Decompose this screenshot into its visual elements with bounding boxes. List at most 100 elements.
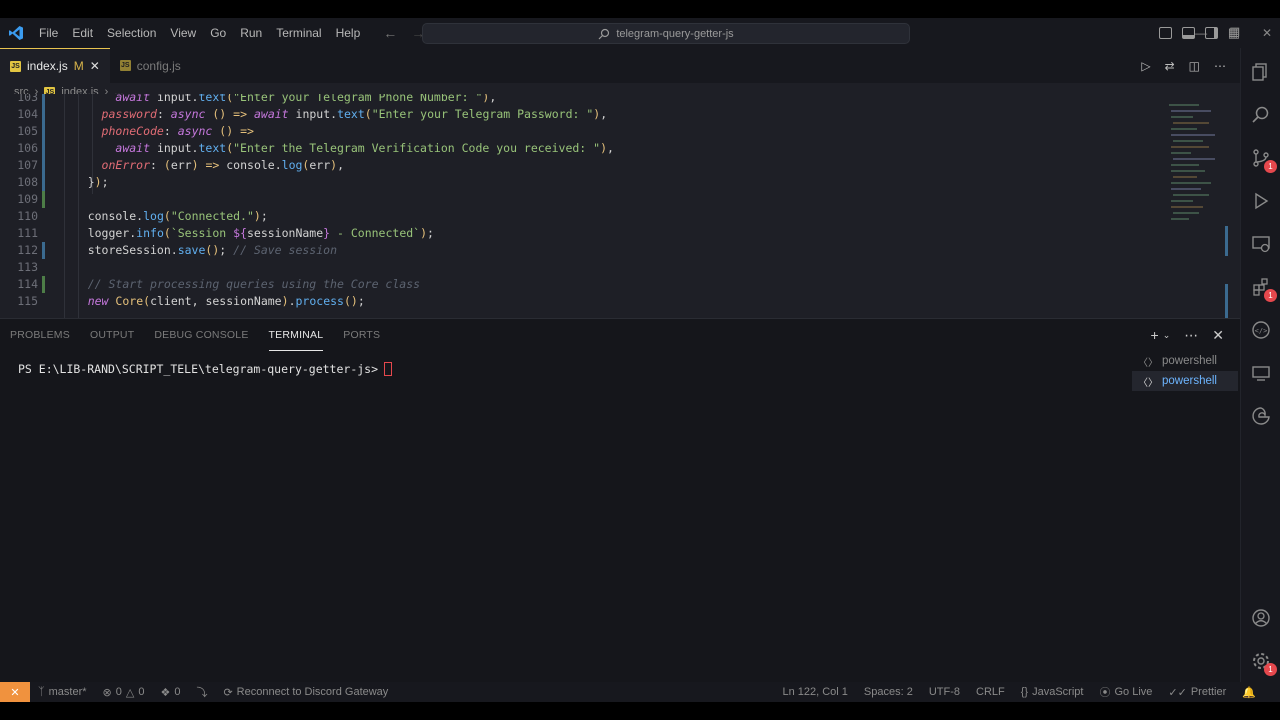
run-icon[interactable]: ▷ [1141,59,1150,73]
line-number: 108 [17,175,38,189]
lightning-icon[interactable]: ⤵ [188,684,215,700]
notifications-bell-icon[interactable]: 🔔 [1234,686,1264,699]
line-number: 103 [17,94,38,104]
chat-icon[interactable]: </> [1249,318,1273,342]
code-line[interactable]: 107 onError: (err) => console.log(err), [0,157,1160,174]
terminal-prompt-line[interactable]: PS E:\LIB-RAND\SCRIPT_TELE\telegram-quer… [18,362,393,376]
encoding[interactable]: UTF-8 [921,686,968,698]
code-line[interactable]: 104 password: async () => await input.te… [0,106,1160,123]
split-editor-icon[interactable]: ◫ [1189,59,1200,73]
gutter-change-marker[interactable] [42,276,45,293]
panel-tabs: PROBLEMS OUTPUT DEBUG CONSOLE TERMINAL P… [10,319,380,351]
prettier-status[interactable]: ✓✓ Prettier [1160,686,1234,699]
code-editor[interactable]: 103 await input.text("Enter your Telegra… [0,94,1240,318]
code-line[interactable]: 113 [0,259,1160,276]
code-line[interactable]: 115 new Core(client, sessionName).proces… [0,293,1160,310]
warning-icon: △ [125,686,135,699]
tab-config-js[interactable]: JS config.js [110,48,191,83]
discord-status[interactable]: ⟳ Reconnect to Discord Gateway [215,686,396,699]
code-line[interactable]: 110 console.log("Connected."); [0,208,1160,225]
edge-devtools-icon[interactable] [1249,404,1273,428]
menu-selection[interactable]: Selection [100,18,163,48]
remote-explorer-icon[interactable] [1249,232,1273,256]
account-icon[interactable] [1249,606,1273,630]
more-actions-icon[interactable]: ⋯ [1184,327,1198,344]
tab-ports[interactable]: PORTS [343,320,380,350]
terminal-instance-active[interactable]: 〈〉 powershell [1132,371,1238,391]
code-text: await input.text("Enter the Telegram Ver… [115,141,614,155]
source-control-icon[interactable]: 1 [1249,146,1277,173]
line-number: 105 [17,124,38,138]
problems-indicator[interactable]: ⊗ 0 △ 0 [95,686,153,699]
menu-help[interactable]: Help [329,18,368,48]
code-line[interactable]: 106 await input.text("Enter the Telegram… [0,140,1160,157]
code-text: new Core(client, sessionName).process(); [87,294,365,308]
line-ending[interactable]: CRLF [968,686,1013,698]
run-debug-icon[interactable] [1249,189,1273,213]
code-text: logger.info(`Session ${sessionName} - Co… [60,226,434,240]
extensions-icon[interactable]: 1 [1249,275,1277,302]
code-line[interactable]: 114 // Start processing queries using th… [0,276,1160,293]
terminal-instance[interactable]: 〈〉 powershell [1132,351,1238,371]
branch-indicator[interactable]: ᛉ master* [30,686,95,698]
language-mode[interactable]: {} JavaScript [1013,686,1092,698]
tab-index-js[interactable]: JS index.js M ✕ [0,48,110,83]
gutter-change-marker[interactable] [42,191,45,208]
tab-terminal[interactable]: TERMINAL [268,320,324,351]
code-text: onError: (err) => console.log(err), [101,158,345,172]
restore-icon[interactable]: ❐ [1229,26,1240,40]
live-share-icon[interactable] [1249,361,1273,385]
navigation-arrows: ← → [383,25,425,41]
remote-indicator-icon[interactable]: ✕ [0,682,30,702]
code-line[interactable]: 109 [0,191,1160,208]
gutter-change-marker[interactable] [42,123,45,140]
minimap[interactable] [1165,100,1225,230]
gear-icon[interactable]: 1 [1249,649,1277,676]
gutter-change-marker[interactable] [42,174,45,191]
line-number: 110 [17,209,38,223]
tab-problems[interactable]: PROBLEMS [10,320,70,350]
more-actions-icon[interactable]: ⋯ [1214,59,1226,73]
gutter-change-marker[interactable] [42,242,45,259]
gutter-change-marker[interactable] [42,140,45,157]
command-center-search[interactable]: telegram-query-getter-js [422,23,910,44]
minimize-icon[interactable]: — [1195,26,1207,40]
code-line[interactable]: 108 }); [0,174,1160,191]
gutter-change-marker[interactable] [42,106,45,123]
code-line[interactable]: 103 await input.text("Enter your Telegra… [0,94,1160,106]
code-text: phoneCode: async () => [101,124,254,138]
indentation[interactable]: Spaces: 2 [856,686,921,698]
chevron-down-icon[interactable]: ⌄ [1163,330,1171,341]
close-panel-icon[interactable]: ✕ [1212,327,1224,344]
ports-indicator[interactable]: ❖ 0 [152,686,188,699]
tab-debug-console[interactable]: DEBUG CONSOLE [154,320,248,350]
menu-file[interactable]: File [32,18,65,48]
menu-edit[interactable]: Edit [65,18,100,48]
code-line[interactable]: 112 storeSession.save(); // Save session [0,242,1160,259]
toggle-panel-icon[interactable] [1181,27,1195,39]
code-line[interactable]: 111 logger.info(`Session ${sessionName} … [0,225,1160,242]
cursor-position[interactable]: Ln 122, Col 1 [774,686,855,698]
go-live-button[interactable]: ⦿ Go Live [1091,684,1160,700]
close-window-icon[interactable]: ✕ [1262,26,1272,40]
menu-view[interactable]: View [163,18,203,48]
close-tab-icon[interactable]: ✕ [90,59,100,73]
menu-run[interactable]: Run [233,18,269,48]
menu-go[interactable]: Go [203,18,233,48]
settings-badge: 1 [1264,663,1277,676]
compare-changes-icon[interactable]: ⇄ [1165,59,1175,73]
explorer-icon[interactable] [1249,60,1273,84]
code-line[interactable]: 105 phoneCode: async () => [0,123,1160,140]
gutter-change-marker[interactable] [42,94,45,106]
line-number: 106 [17,141,38,155]
gutter-change-marker[interactable] [42,157,45,174]
terminal-name: powershell [1162,375,1217,387]
tab-output[interactable]: OUTPUT [90,320,134,350]
toggle-primary-sidebar-icon[interactable] [1158,27,1172,39]
menu-terminal[interactable]: Terminal [269,18,328,48]
scrollbar[interactable] [1225,224,1231,318]
search-icon[interactable] [1249,103,1273,127]
new-terminal-icon[interactable]: + [1151,327,1159,343]
back-arrow-icon[interactable]: ← [383,25,397,41]
code-text: }); [60,175,109,189]
